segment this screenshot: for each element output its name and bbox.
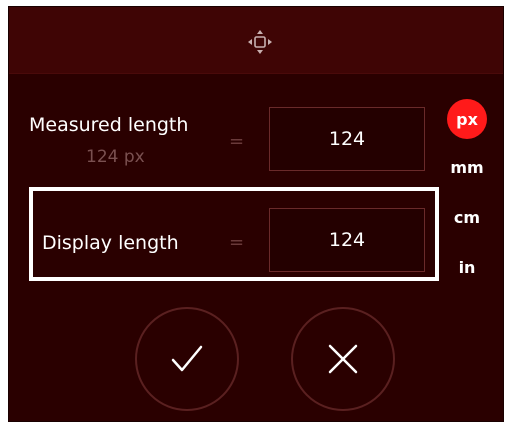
measured-equals-sign: = [229,131,245,152]
close-icon [328,344,358,374]
measured-length-label: Measured length [29,114,189,136]
measure-dialog: Measured length 124 px = 124 Display len… [8,6,504,422]
display-length-label: Display length [42,232,179,254]
unit-px-button[interactable]: px [447,99,487,139]
checkmark-icon [171,345,203,372]
display-length-field[interactable]: 124 [269,208,425,272]
cancel-button[interactable] [291,307,395,411]
unit-cm-button[interactable]: cm [445,208,489,227]
measured-length-field[interactable]: 124 [269,107,425,171]
unit-in-button[interactable]: in [445,258,489,277]
confirm-button[interactable] [135,307,239,411]
title-bar[interactable] [9,7,503,74]
display-equals-sign: = [229,232,245,253]
measured-length-pixels: 124 px [86,147,145,167]
unit-mm-button[interactable]: mm [445,158,489,177]
move-icon[interactable] [247,29,273,55]
